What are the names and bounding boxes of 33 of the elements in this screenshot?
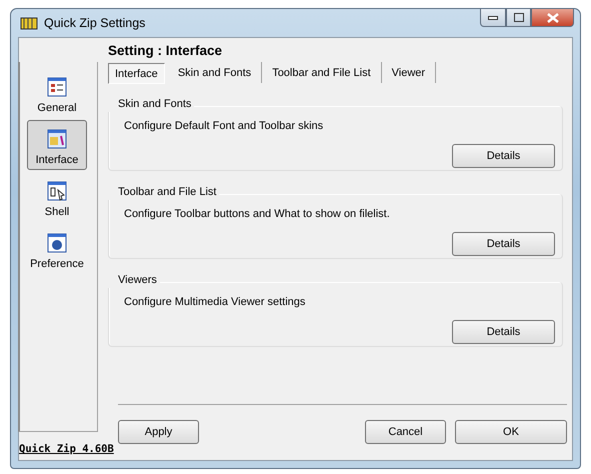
zip-app-icon: [20, 15, 38, 31]
tab[interactable]: Viewer: [382, 62, 436, 83]
cursor-window-icon: [47, 181, 67, 201]
group-description: Configure Multimedia Viewer settings: [124, 296, 306, 308]
maximize-icon: [514, 13, 524, 22]
sidebar-item[interactable]: Interface: [27, 120, 87, 170]
ok-button[interactable]: OK: [455, 420, 567, 444]
tab[interactable]: Skin and Fonts: [168, 62, 262, 83]
list-icon: [47, 77, 67, 97]
minimize-icon: [488, 16, 498, 20]
group-description: Configure Default Font and Toolbar skins: [124, 120, 324, 132]
group-title: Skin and Fonts: [108, 98, 194, 112]
details-button[interactable]: Details: [452, 144, 555, 168]
minimize-button[interactable]: [480, 9, 506, 27]
group-title: Viewers: [108, 274, 160, 288]
tab[interactable]: Interface: [108, 63, 165, 84]
details-button[interactable]: Details: [452, 232, 555, 256]
close-button[interactable]: [531, 9, 574, 27]
window-title: Quick Zip Settings: [44, 16, 146, 30]
sidebar-item[interactable]: Preference: [27, 224, 87, 274]
sidebar-item[interactable]: General: [27, 68, 87, 118]
close-icon: [546, 12, 558, 22]
window-icon: [47, 129, 67, 149]
tab[interactable]: Toolbar and File List: [262, 62, 382, 83]
version-link[interactable]: Quick Zip 4.60B: [19, 443, 114, 455]
group-description: Configure Toolbar buttons and What to show on filelist.: [124, 208, 390, 220]
page-heading: Setting : Interface: [108, 42, 222, 58]
apply-button[interactable]: Apply: [118, 420, 199, 444]
cancel-button[interactable]: Cancel: [365, 420, 446, 444]
details-button[interactable]: Details: [452, 320, 555, 344]
sidebar-item[interactable]: Shell: [27, 172, 87, 222]
group-title: Toolbar and File List: [108, 186, 220, 200]
maximize-button[interactable]: [506, 9, 531, 27]
